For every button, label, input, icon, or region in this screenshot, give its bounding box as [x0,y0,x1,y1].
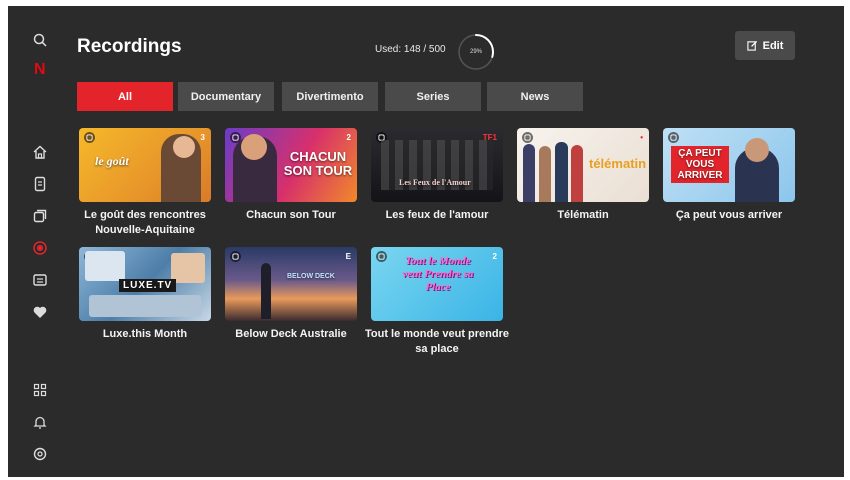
tv-icon[interactable] [30,270,50,290]
tab-documentary[interactable]: Documentary [178,82,274,111]
recording-title: Télématin [557,209,609,221]
search-icon[interactable] [30,30,50,50]
recording-thumbnail: Les Feux de l'Amour TF1 [371,128,503,202]
library-icon[interactable] [30,206,50,226]
sidebar: N [8,6,68,477]
recording-thumbnail: LUXE.TV [79,247,211,321]
edit-button-label: Edit [762,39,784,52]
recording-card[interactable]: BELOW DECK E Below Deck Australie [225,247,357,342]
recorded-icon [84,132,95,143]
storage-usage-ring: 29% [455,31,497,73]
recordings-screen: N Recordings Used: 148 / 500 29% Edit Al… [8,6,844,477]
recording-title: Ça peut vous arriver [675,209,783,221]
recording-title: Le goût des rencontres Nouvelle-Aquitain… [84,209,206,236]
recorded-icon [522,132,533,143]
bell-icon[interactable] [30,412,50,432]
apps-icon[interactable] [30,380,50,400]
brand-logo: N [34,61,46,78]
edit-button[interactable]: Edit [735,31,795,60]
recording-thumbnail: télématin • [517,128,649,202]
tab-news[interactable]: News [487,82,583,111]
recording-title: Chacun son Tour [246,209,336,221]
recordings-icon[interactable] [30,238,50,258]
tab-divertimento[interactable]: Divertimento [282,82,378,111]
recording-card[interactable]: CHACUN SON TOUR 2 Chacun son Tour [225,128,357,223]
edit-icon [746,40,757,51]
recording-thumbnail: Tout le Monde veut Prendre sa Place 2 [371,247,503,321]
recording-card[interactable]: Tout le Monde veut Prendre sa Place 2 To… [365,247,509,357]
recording-title: Luxe.this Month [102,328,188,340]
storage-usage-text: Used: 148 / 500 [375,44,446,55]
recording-title: Below Deck Australie [235,328,347,340]
favorites-icon[interactable] [30,302,50,322]
recording-title: Les feux de l'amour [385,209,489,221]
recording-card[interactable]: Les Feux de l'Amour TF1 Les feux de l'am… [371,128,503,223]
recording-thumbnail: ÇA PEUT VOUS ARRIVER [663,128,795,202]
recording-title: Tout le monde veut prendre sa place [364,328,510,355]
recording-card[interactable]: télématin • Télématin [517,128,649,223]
recording-thumbnail: BELOW DECK E [225,247,357,321]
tab-series[interactable]: Series [385,82,481,111]
recorded-icon [376,251,387,262]
guide-icon[interactable] [30,174,50,194]
home-icon[interactable] [30,142,50,162]
recorded-icon [230,251,241,262]
recording-card[interactable]: ÇA PEUT VOUS ARRIVER Ça peut vous arrive… [663,128,795,223]
recording-thumbnail: CHACUN SON TOUR 2 [225,128,357,202]
storage-usage-percent: 29% [469,49,482,55]
recording-card[interactable]: le goût 3 Le goût des rencontres Nouvell… [79,128,211,238]
page-title: Recordings [77,36,182,57]
recorded-icon [668,132,679,143]
tab-all[interactable]: All [77,82,173,111]
recording-thumbnail: le goût 3 [79,128,211,202]
settings-icon[interactable] [30,444,50,464]
recording-card[interactable]: LUXE.TV Luxe.this Month [79,247,211,342]
